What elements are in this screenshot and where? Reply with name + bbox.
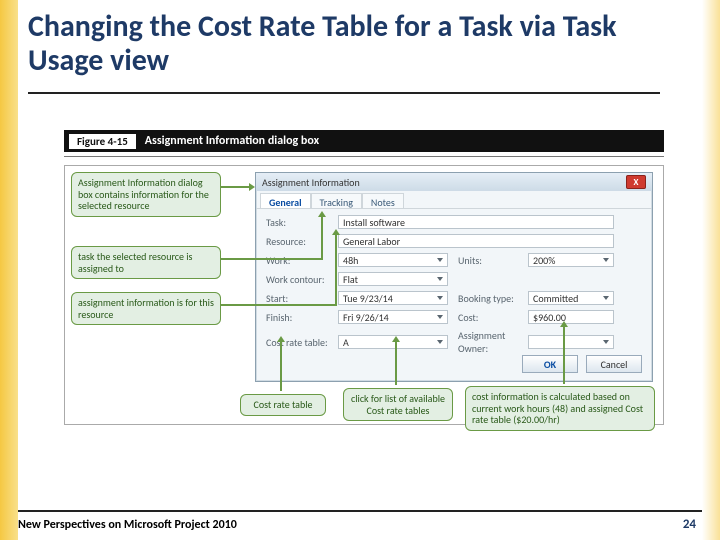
assignment-info-dialog: Assignment Information X General Trackin… bbox=[255, 172, 653, 382]
units-label: Units: bbox=[458, 254, 528, 267]
callout-arrow bbox=[395, 341, 397, 385]
arrowhead-icon bbox=[560, 321, 568, 327]
chevron-down-icon bbox=[603, 340, 609, 344]
booking-field[interactable]: Committed bbox=[528, 291, 614, 305]
arrowhead-icon bbox=[318, 211, 326, 217]
tabs-row: General Tracking Notes bbox=[256, 191, 652, 209]
callout-arrow bbox=[335, 234, 337, 306]
tab-general[interactable]: General bbox=[260, 193, 311, 208]
callout-cost-calc: cost information is calculated based on … bbox=[465, 386, 655, 431]
figure-badge: Figure 4-15 bbox=[68, 133, 137, 150]
contour-field[interactable]: Flat bbox=[338, 272, 448, 286]
owner-field[interactable] bbox=[528, 335, 614, 349]
chevron-down-icon bbox=[603, 296, 609, 300]
callout-crt-list: click for list of available Cost rate ta… bbox=[343, 388, 453, 421]
page-number: 24 bbox=[683, 517, 696, 532]
chevron-down-icon bbox=[437, 277, 443, 281]
dialog-buttons: OK Cancel bbox=[522, 355, 642, 373]
callout-arrow bbox=[221, 258, 321, 260]
callout-resource: assignment information is for this resou… bbox=[71, 292, 221, 325]
callout-arrow bbox=[221, 186, 249, 188]
dialog-title-text: Assignment Information bbox=[262, 176, 360, 189]
callout-arrow bbox=[321, 216, 323, 260]
task-field[interactable]: Install software bbox=[338, 215, 614, 229]
arrowhead-icon bbox=[249, 183, 255, 191]
arrowhead-icon bbox=[277, 336, 285, 342]
contour-label: Work contour: bbox=[266, 273, 338, 286]
chevron-down-icon bbox=[437, 315, 443, 319]
tab-tracking[interactable]: Tracking bbox=[311, 193, 362, 208]
footer-text: New Perspectives on Microsoft Project 20… bbox=[18, 518, 237, 532]
resource-field[interactable]: General Labor bbox=[338, 234, 614, 248]
cancel-button[interactable]: Cancel bbox=[586, 355, 642, 373]
units-field[interactable]: 200% bbox=[528, 253, 614, 267]
title-rule bbox=[28, 92, 660, 94]
tab-notes[interactable]: Notes bbox=[362, 193, 404, 208]
callout-dialog-desc: Assignment Information dialog box contai… bbox=[71, 172, 221, 217]
resource-label: Resource: bbox=[266, 235, 338, 248]
figure: Figure 4-15 Assignment Information dialo… bbox=[64, 130, 664, 425]
owner-label: Assignment Owner: bbox=[458, 329, 528, 355]
arrowhead-icon bbox=[392, 336, 400, 342]
page-title: Changing the Cost Rate Table for a Task … bbox=[28, 10, 692, 83]
callout-arrow bbox=[563, 326, 565, 384]
finish-label: Finish: bbox=[266, 311, 338, 324]
figure-rule bbox=[64, 156, 664, 157]
start-field[interactable]: Tue 9/23/14 bbox=[338, 291, 448, 305]
footer-rule bbox=[18, 510, 702, 512]
arrowhead-icon bbox=[332, 229, 340, 235]
dialog-form: Task: Install software Resource: General… bbox=[256, 209, 652, 361]
callout-arrow bbox=[280, 341, 282, 391]
cost-field: $960.00 bbox=[528, 310, 614, 324]
finish-field[interactable]: Fri 9/26/14 bbox=[338, 310, 448, 324]
figure-stage: Assignment Information X General Trackin… bbox=[64, 165, 664, 425]
work-field[interactable]: 48h bbox=[338, 253, 448, 267]
close-icon: X bbox=[634, 178, 639, 187]
chevron-down-icon bbox=[437, 296, 443, 300]
figure-title: Assignment Information dialog box bbox=[145, 134, 319, 148]
work-label: Work: bbox=[266, 254, 338, 267]
cost-label: Cost: bbox=[458, 311, 528, 324]
ok-button[interactable]: OK bbox=[522, 355, 578, 373]
chevron-down-icon bbox=[437, 340, 443, 344]
gold-accent-right bbox=[702, 0, 720, 540]
start-label: Start: bbox=[266, 292, 338, 305]
booking-label: Booking type: bbox=[458, 292, 528, 305]
chevron-down-icon bbox=[437, 258, 443, 262]
callout-crt: Cost rate table bbox=[240, 394, 326, 416]
chevron-down-icon bbox=[603, 258, 609, 262]
callout-task: task the selected resource is assigned t… bbox=[71, 246, 221, 279]
task-label: Task: bbox=[266, 216, 338, 229]
figure-header: Figure 4-15 Assignment Information dialo… bbox=[64, 130, 664, 152]
dialog-titlebar: Assignment Information X bbox=[256, 173, 652, 191]
callout-arrow bbox=[221, 304, 335, 306]
close-button[interactable]: X bbox=[626, 175, 646, 189]
gold-accent-left bbox=[0, 0, 18, 540]
